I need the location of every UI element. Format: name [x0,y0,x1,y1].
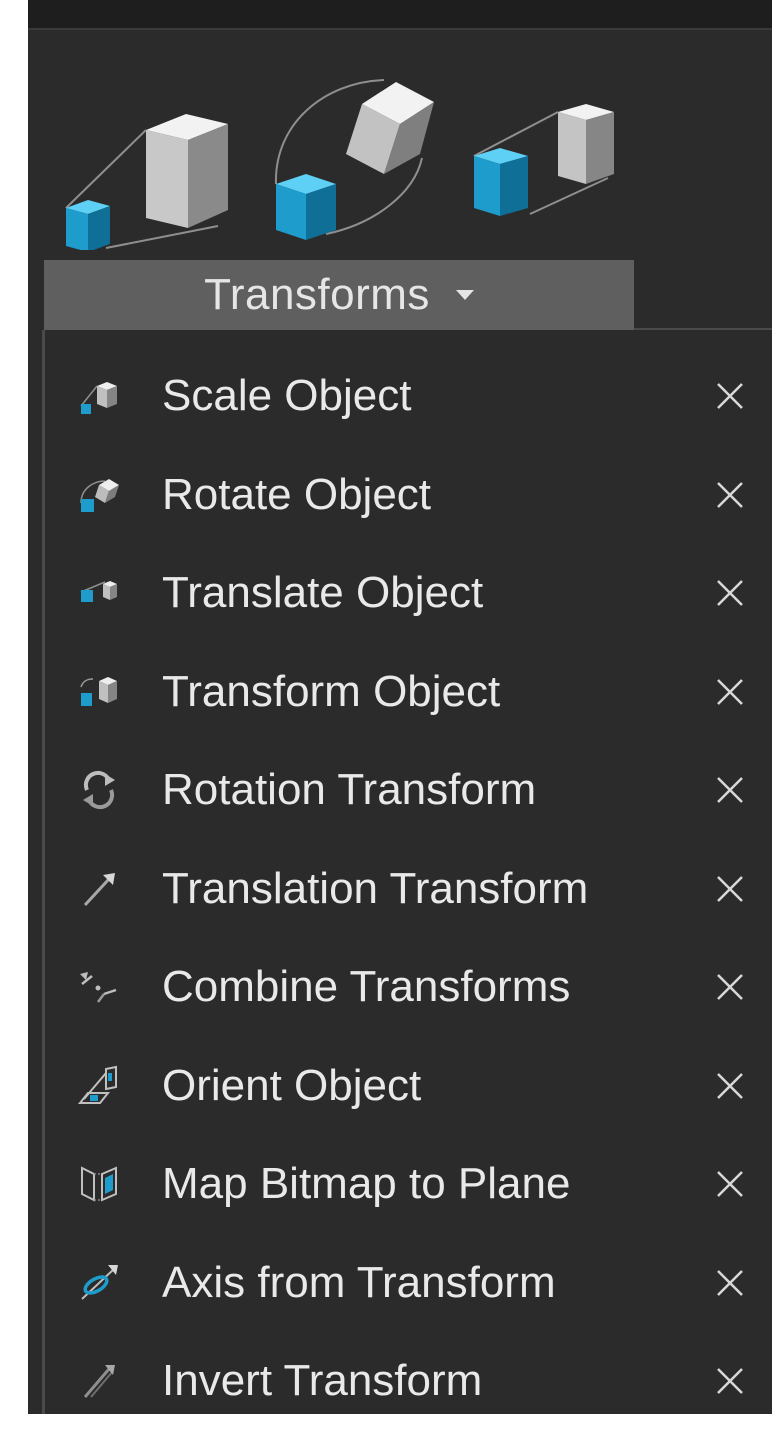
menu-item-label: Translation Transform [162,863,589,913]
close-icon[interactable] [712,1068,748,1104]
menu-item-label: Combine Transforms [162,962,571,1012]
map-bitmap-icon [74,1159,124,1209]
transforms-category-dropdown[interactable]: Transforms [44,260,634,330]
menu-item-label: Axis from Transform [162,1257,556,1307]
chevron-down-icon [455,290,474,300]
menu-item-rotate-object[interactable]: Rotate Object [44,446,772,545]
menu-item-map-bitmap-to-plane[interactable]: Map Bitmap to Plane [44,1135,772,1234]
transforms-menu: Scale Object Rotate Object Translate Obj… [44,347,772,1431]
bottom-edge [28,1414,772,1429]
rotate-object-toolbar-button[interactable] [264,74,444,240]
close-icon[interactable] [712,575,748,611]
category-label: Transforms [204,270,430,319]
menu-item-translation-transform[interactable]: Translation Transform [44,840,772,939]
menu-item-orient-object[interactable]: Orient Object [44,1037,772,1136]
menu-item-combine-transforms[interactable]: Combine Transforms [44,938,772,1037]
translate-object-icon [473,104,614,216]
menu-item-label: Scale Object [162,371,412,421]
translation-transform-icon [74,864,124,914]
close-icon[interactable] [712,477,748,513]
menu-item-label: Invert Transform [162,1356,483,1406]
top-strip [28,0,772,30]
menu-item-scale-object[interactable]: Scale Object [44,347,772,446]
translate-object-icon [74,568,124,618]
menu-item-label: Rotate Object [162,469,432,519]
rotate-object-icon [274,79,434,240]
close-icon[interactable] [712,1363,748,1399]
scale-object-icon [65,114,228,252]
close-icon[interactable] [712,378,748,414]
orient-object-icon [74,1061,124,1111]
menu-item-label: Orient Object [162,1060,422,1110]
close-icon[interactable] [712,674,748,710]
dropdown-top-border [634,328,772,330]
combine-transforms-icon [74,962,124,1012]
close-icon[interactable] [712,871,748,907]
close-icon[interactable] [712,772,748,808]
menu-item-label: Transform Object [162,666,501,716]
rotate-object-icon [74,470,124,520]
close-icon[interactable] [712,969,748,1005]
menu-item-translate-object[interactable]: Translate Object [44,544,772,643]
transform-object-icon [74,667,124,717]
menu-item-rotation-transform[interactable]: Rotation Transform [44,741,772,840]
menu-item-transform-object[interactable]: Transform Object [44,643,772,742]
scale-object-icon [74,371,124,421]
scale-object-toolbar-button[interactable] [58,100,238,252]
close-icon[interactable] [712,1166,748,1202]
rotation-transform-icon [74,765,124,815]
menu-item-label: Translate Object [162,568,484,618]
close-icon[interactable] [712,1265,748,1301]
menu-item-label: Map Bitmap to Plane [162,1159,571,1209]
invert-transform-icon [74,1356,124,1406]
axis-from-transform-icon [74,1258,124,1308]
menu-item-axis-from-transform[interactable]: Axis from Transform [44,1234,772,1333]
translate-object-toolbar-button[interactable] [468,104,628,234]
menu-item-label: Rotation Transform [162,765,537,815]
